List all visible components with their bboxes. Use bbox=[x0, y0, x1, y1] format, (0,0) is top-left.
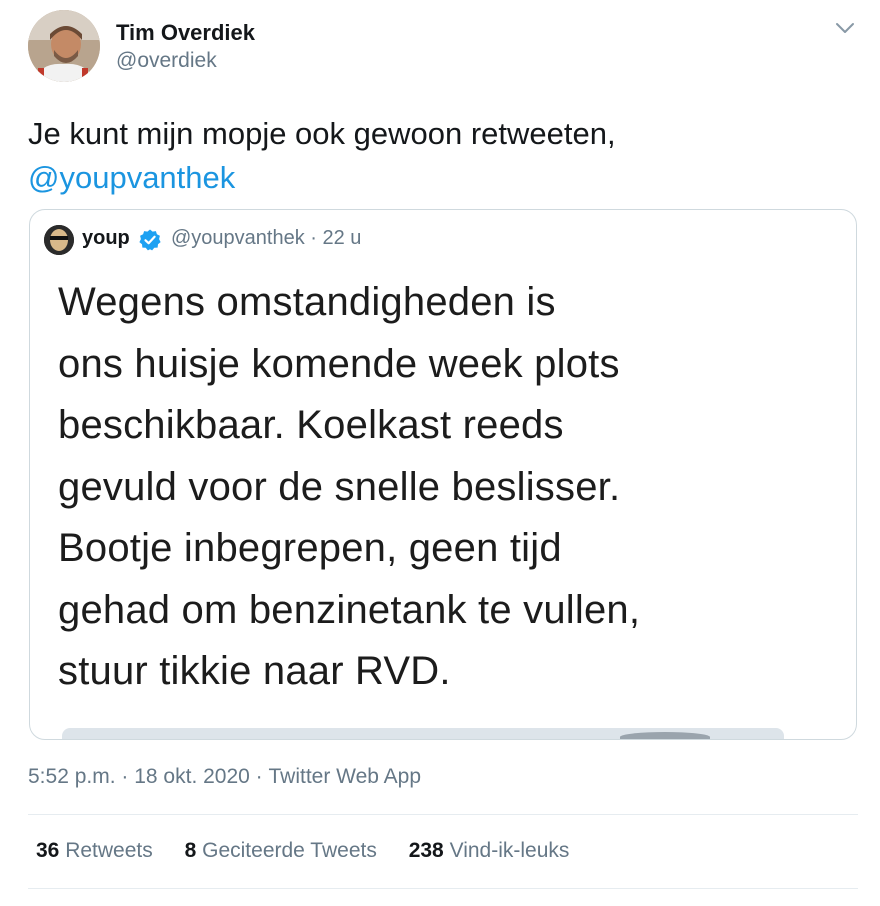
divider bbox=[28, 888, 858, 889]
likes-label: Vind-ik-leuks bbox=[449, 839, 570, 862]
meta-separator: · bbox=[115, 765, 135, 788]
tweet-date[interactable]: 18 okt. 2020 bbox=[134, 765, 250, 789]
mention-link[interactable]: @youpvanthek bbox=[28, 160, 235, 195]
likes-count: 238 bbox=[408, 839, 444, 862]
tweet-body: Je kunt mijn mopje ook gewoon retweeten, bbox=[28, 116, 616, 151]
quoted-author-name: youp bbox=[82, 227, 130, 249]
image-text-line: gehad om benzinetank te vullen, bbox=[58, 587, 641, 632]
quoted-tweet-card[interactable]: youp @youpvanthek · 22 u Wegens omstandi… bbox=[29, 209, 857, 740]
image-text-line: beschikbaar. Koelkast reeds bbox=[58, 403, 564, 447]
quoted-image-text: Wegens omstandigheden is ons huisje kome… bbox=[58, 272, 838, 703]
image-text-line: gevuld voor de snelle beslisser. bbox=[58, 464, 621, 509]
tweet-source-app[interactable]: Twitter Web App bbox=[269, 765, 422, 789]
quote-tweets-stat[interactable]: 8 Geciteerde Tweets bbox=[185, 839, 377, 863]
retweets-stat[interactable]: 36 Retweets bbox=[36, 839, 153, 863]
tweet-detail: Tim Overdiek @overdiek Je kunt mijn mopj… bbox=[0, 0, 880, 906]
quote-tweets-label: Geciteerde Tweets bbox=[202, 839, 377, 862]
tweet-text: Je kunt mijn mopje ook gewoon retweeten,… bbox=[28, 112, 848, 200]
retweets-count: 36 bbox=[36, 839, 60, 862]
author-avatar[interactable] bbox=[28, 10, 100, 82]
chevron-down-icon bbox=[836, 23, 854, 33]
likes-stat[interactable]: 238 Vind-ik-leuks bbox=[409, 839, 570, 863]
more-options-button[interactable] bbox=[830, 16, 860, 42]
quoted-author-avatar bbox=[44, 225, 74, 255]
quote-tweets-count: 8 bbox=[184, 839, 197, 862]
image-text-line: stuur tikkie naar RVD. bbox=[58, 649, 451, 693]
author-name[interactable]: Tim Overdiek bbox=[116, 20, 255, 46]
embedded-image-detail bbox=[620, 732, 710, 739]
verified-badge-icon bbox=[138, 228, 162, 252]
image-text-line: Wegens omstandigheden is bbox=[58, 280, 556, 324]
tweet-metadata: 5:52 p.m. · 18 okt. 2020 · Twitter Web A… bbox=[28, 765, 421, 789]
image-text-line: ons huisje komende week plots bbox=[58, 341, 620, 386]
author-handle[interactable]: @overdiek bbox=[116, 49, 217, 73]
image-text-line: Bootje inbegrepen, geen tijd bbox=[58, 526, 562, 570]
meta-separator: · bbox=[249, 765, 269, 788]
quoted-handle-time: @youpvanthek · 22 u bbox=[171, 227, 362, 249]
tweet-time[interactable]: 5:52 p.m. bbox=[28, 765, 116, 789]
divider bbox=[28, 814, 858, 815]
retweets-label: Retweets bbox=[65, 839, 153, 862]
tweet-stats: 36 Retweets 8 Geciteerde Tweets 238 Vind… bbox=[36, 839, 595, 863]
